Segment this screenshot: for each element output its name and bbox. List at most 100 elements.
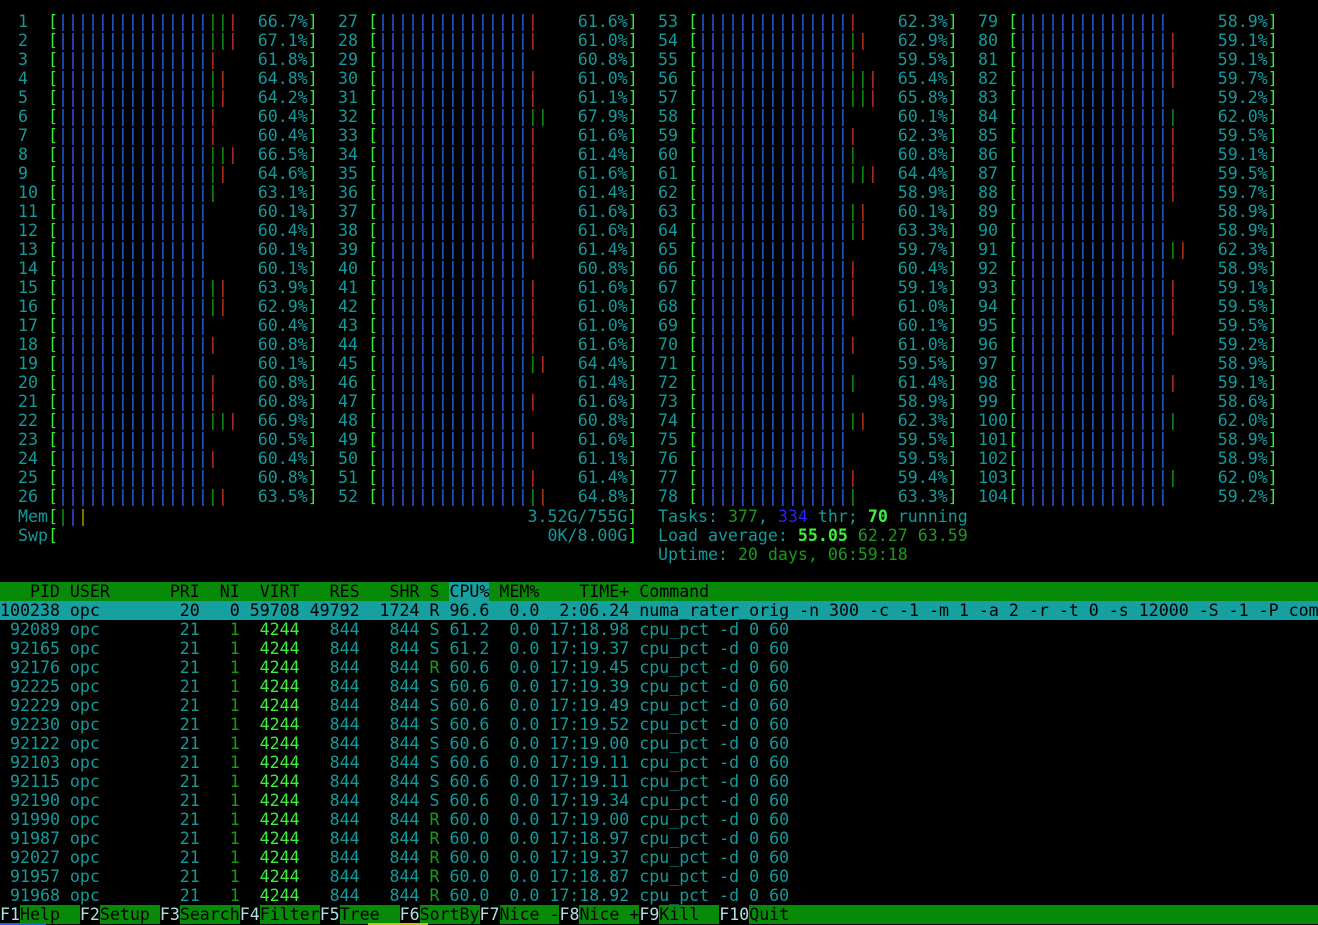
cpu-bar: |||||||||||||||| 60.4% [58,449,308,468]
cell-virt: 4244 [259,639,300,658]
bracket: [ [1007,240,1018,259]
cpu-bar: |||||||||||||||||| 65.4% [698,69,948,88]
column-header-virt[interactable]: VIRT [250,582,300,601]
cell-pri: 21 [179,886,200,905]
bracket: [ [687,50,698,69]
bracket: [ [1007,107,1018,126]
cpu-bar-fill: |||||||||||||||| [57,335,218,354]
column-header-res[interactable]: RES [310,582,360,601]
process-row[interactable]: 92225 opc 21 1 4244 844 844 S 60.6 0.0 17:19.39 cpu… [0,677,1318,696]
fkey-nice[interactable]: F8Nice + [559,905,639,924]
fkey-kill[interactable]: F9Kill [639,905,720,924]
bracket: [ [1007,335,1018,354]
process-row[interactable]: 91957 opc 21 1 4244 844 844 R 60.0 0.0 17:18.87 cpu… [0,867,1318,886]
cpu-label: 98 [978,373,998,392]
column-header-pri[interactable]: PRI [170,582,200,601]
cpu-bar: ||||||||||||||| 58.6% [1018,392,1268,411]
column-header-mem[interactable]: MEM% [499,582,539,601]
cpu-meter: 2 [|||||||||||||||||| 67.1%] [18,31,318,50]
cpu-percent: 59.5% [1217,164,1268,183]
bracket: ] [307,12,318,31]
cpu-label: 21 [18,392,38,411]
cpu-bar: ||||||||||||||| 60.1% [58,202,308,221]
cpu-label: 101 [978,430,1008,449]
cpu-bar: |||||||||||||||| 61.6% [378,12,628,31]
column-header-user[interactable]: USER [70,582,160,601]
cpu-percent: 59.1% [1217,278,1268,297]
cell-time: 17:18.87 [549,867,630,886]
process-row[interactable]: 92089 opc 21 1 4244 844 844 S 61.2 0.0 17:18.98 cpu… [0,620,1318,639]
bracket: ] [1267,50,1278,69]
cpu-meter: 57 [|||||||||||||||||| 65.8%] [658,88,958,107]
cell-user: opc [69,696,100,715]
column-header-shr[interactable]: SHR [370,582,420,601]
cpu-bar: ||||||||||||||||| 63.5% [58,487,308,506]
cpu-bar: |||||||||||||||| 61.6% [378,126,628,145]
bracket: [ [367,202,378,221]
cpu-bar: |||||||||||||||||| 64.4% [698,164,948,183]
cell-pid: 91968 [9,886,60,905]
fkey-filter[interactable]: F4Filter [239,905,320,924]
bracket: ] [307,88,318,107]
cell-pid: 92229 [9,696,60,715]
fkey-quit[interactable]: F10Quit [719,905,810,924]
bracket: ] [1267,12,1278,31]
fkey-tree[interactable]: F5Tree [319,905,400,924]
cpu-label: 97 [978,354,998,373]
process-row-selected[interactable]: 100238 opc 20 0 59708 49792 1724 R 96.6 0.0 2:06.2… [0,601,1318,620]
process-row[interactable]: 92230 opc 21 1 4244 844 844 S 60.6 0.0 17:19.52 cpu… [0,715,1318,734]
fkey-help[interactable]: F1Help [0,905,80,924]
bracket: [ [687,449,698,468]
bracket: [ [1007,487,1018,506]
process-row[interactable]: 92229 opc 21 1 4244 844 844 S 60.6 0.0 17:19.49 cpu… [0,696,1318,715]
fkey-setup[interactable]: F2Setup [79,905,160,924]
column-header-s[interactable]: S [429,582,439,601]
cpu-meter: 78 [|||||||||||||||| 63.3%] [658,487,958,506]
cell-s: S [429,772,440,791]
cpu-bar: |||||||||||||||| 59.5% [1018,297,1268,316]
cpu-bar-fill: |||||||||||||||| [57,392,218,411]
bracket: ] [627,221,638,240]
process-row[interactable]: 92176 opc 21 1 4244 844 844 R 60.6 0.0 17:19.45 cpu… [0,658,1318,677]
cpu-meter: 21 [|||||||||||||||| 60.8%] [18,392,318,411]
fkey-number: F10 [719,905,750,924]
process-row[interactable]: 92122 opc 21 1 4244 844 844 S 60.6 0.0 17:19.00 cpu… [0,734,1318,753]
fkey-nice[interactable]: F7Nice - [479,905,559,924]
cpu-meter: 17 [||||||||||||||| 60.4%] [18,316,318,335]
bracket: ] [947,88,958,107]
process-row[interactable]: 91990 opc 21 1 4244 844 844 R 60.0 0.0 17:19.00 cpu… [0,810,1318,829]
column-header-cpu[interactable]: CPU% [449,582,489,601]
process-row[interactable]: 92165 opc 21 1 4244 844 844 S 61.2 0.0 17:19.37 cpu… [0,639,1318,658]
fkey-sortby[interactable]: F6SortBy [399,905,480,924]
cpu-percent: 61.6% [577,335,628,354]
cpu-bar: ||||||||||||||| 59.5% [698,354,948,373]
cpu-bar-fill: |||||||||||||||| [377,316,538,335]
bracket: [ [687,202,698,221]
cpu-label: 33 [338,126,358,145]
fkey-search[interactable]: F3Search [159,905,240,924]
cpu-percent: 61.4% [577,183,628,202]
cell-virt: 4244 [259,886,300,905]
process-row[interactable]: 92190 opc 21 1 4244 844 844 S 60.6 0.0 17:19.34 cpu… [0,791,1318,810]
bracket: ] [1267,449,1278,468]
process-row[interactable]: 91968 opc 21 1 4244 844 844 R 60.0 0.0 17:18.92 cpu… [0,886,1318,905]
bracket: ] [307,107,318,126]
process-row[interactable]: 92115 opc 21 1 4244 844 844 S 60.6 0.0 17:19.11 cpu… [0,772,1318,791]
cpu-bar-fill: |||||||||||||||| [57,183,218,202]
process-row[interactable]: 92103 opc 21 1 4244 844 844 S 60.6 0.0 17:19.11 cpu… [0,753,1318,772]
cpu-label: 4 [18,69,28,88]
cpu-label: 88 [978,183,998,202]
process-table-header[interactable]: PID USER PRI NI VIRT RES SHR S CPU% MEM% TIME+ Comm… [0,582,1318,601]
process-row[interactable]: 92027 opc 21 1 4244 844 844 R 60.0 0.0 17:19.37 cpu… [0,848,1318,867]
column-header-cmd[interactable]: Command [639,582,1318,601]
column-header-pid[interactable]: PID [0,582,60,601]
column-header-time[interactable]: TIME+ [549,582,629,601]
bracket: ] [947,31,958,50]
cpu-bar: |||||||||||||||| 60.8% [698,145,948,164]
cpu-meter: 90 [||||||||||||||| 58.9%] [978,221,1278,240]
process-row[interactable]: 91987 opc 21 1 4244 844 844 R 60.0 0.0 17:18.97 cpu… [0,829,1318,848]
column-header-ni[interactable]: NI [210,582,240,601]
bracket: [ [687,335,698,354]
bracket: ] [947,392,958,411]
cpu-label: 59 [658,126,678,145]
